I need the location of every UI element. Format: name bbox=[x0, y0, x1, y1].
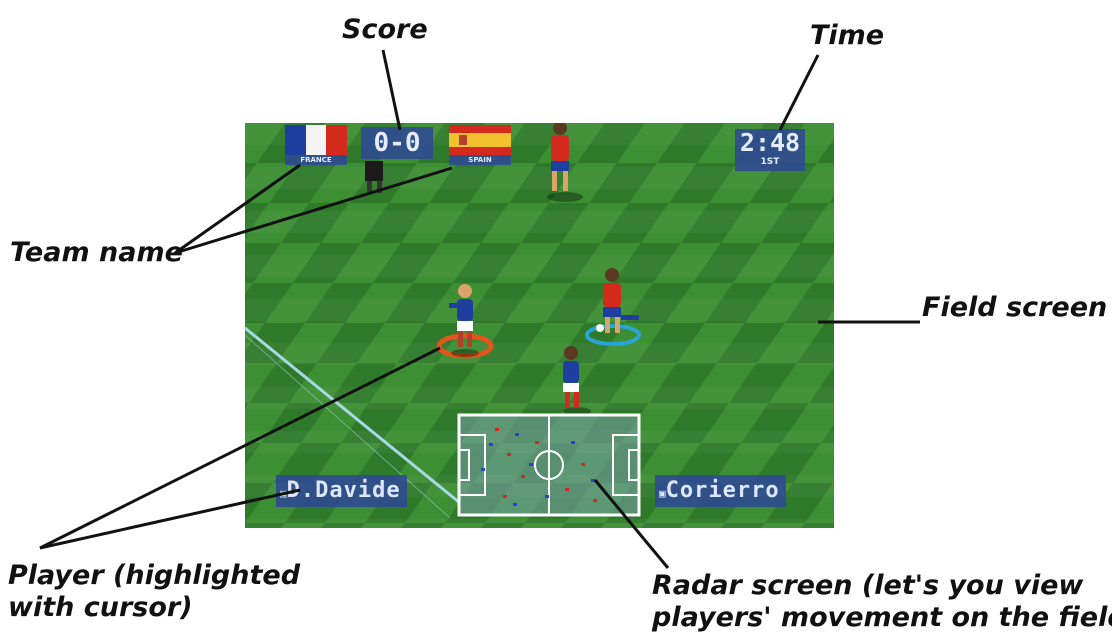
score-display: 0-0 bbox=[361, 127, 433, 159]
radar-annotation: Radar screen (let's you view players' mo… bbox=[652, 570, 1112, 634]
time-annotation: Time bbox=[810, 20, 885, 51]
radar-annotation-line2: players' movement on the field) bbox=[652, 602, 1112, 633]
player-annotation-line2: with cursor) bbox=[8, 592, 193, 623]
controller-icon: ▣ bbox=[280, 487, 287, 500]
radar-screen bbox=[457, 413, 641, 517]
radar-annotation-line1: Radar screen (let's you view bbox=[652, 570, 1084, 601]
france-flag bbox=[285, 125, 347, 155]
time-callout bbox=[778, 54, 820, 131]
score-annotation: Score bbox=[342, 14, 428, 45]
team-name-annotation: Team name bbox=[10, 237, 183, 268]
player-annotation: Player (highlighted with cursor) bbox=[8, 560, 300, 624]
half-indicator: 1ST bbox=[760, 157, 780, 167]
timer-value: 2:48 bbox=[739, 128, 801, 157]
away-player-name: ▣Corierro bbox=[655, 475, 786, 507]
spain-flag bbox=[449, 125, 511, 155]
player-annotation-line1: Player (highlighted bbox=[8, 560, 301, 591]
game-screen: FRANCE SPAIN 0-0 2:48 1ST ▣D.Davide ▣Cor… bbox=[245, 123, 834, 528]
away-team-name: SPAIN bbox=[449, 155, 511, 165]
field-screen-annotation: Field screen bbox=[922, 292, 1108, 323]
score-callout bbox=[381, 49, 402, 131]
home-team-name: FRANCE bbox=[285, 155, 347, 165]
match-timer: 2:48 1ST bbox=[735, 129, 805, 171]
controller-icon: ▣ bbox=[659, 487, 666, 500]
home-player-name: ▣D.Davide bbox=[276, 475, 407, 507]
field-screen bbox=[245, 123, 834, 528]
